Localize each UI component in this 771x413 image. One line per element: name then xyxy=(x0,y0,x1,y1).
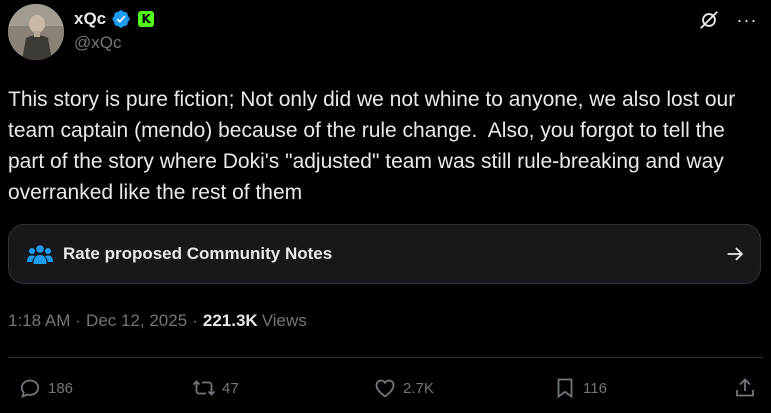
avatar[interactable] xyxy=(8,4,64,60)
tweet-time[interactable]: 1:18 AM xyxy=(8,311,70,331)
repost-icon xyxy=(192,380,216,396)
repost-count: 47 xyxy=(222,379,239,397)
tweet-meta: 1:18 AM · Dec 12, 2025 · 221.3K Views xyxy=(8,311,307,331)
meta-separator: · xyxy=(75,311,82,330)
tweet-header-actions: ··· xyxy=(697,8,759,32)
community-notes-card[interactable]: Rate proposed Community Notes xyxy=(8,224,761,284)
divider xyxy=(8,357,763,358)
meta-separator: · xyxy=(192,311,198,330)
share-button[interactable] xyxy=(733,376,757,400)
views-label: Views xyxy=(261,311,307,330)
tweet-text: This story is pure fiction; Not only did… xyxy=(8,88,742,204)
share-icon xyxy=(736,378,754,397)
reply-button[interactable]: 186 xyxy=(18,376,73,400)
author-handle[interactable]: @xQc xyxy=(74,33,121,53)
community-notes-icon xyxy=(27,245,53,264)
bookmark-count: 116 xyxy=(583,379,607,397)
bookmark-button[interactable]: 116 xyxy=(553,376,607,400)
more-icon[interactable]: ··· xyxy=(735,8,759,32)
like-button[interactable]: 2.7K xyxy=(373,376,434,400)
bookmark-icon xyxy=(557,378,573,399)
reply-count: 186 xyxy=(48,379,74,397)
avatar-image xyxy=(8,4,64,60)
tweet-actions: 186 47 2.7K 116 xyxy=(0,370,771,408)
grok-icon[interactable] xyxy=(697,8,721,32)
arrow-right-icon xyxy=(727,247,744,261)
repost-button[interactable]: 47 xyxy=(192,376,239,400)
views-count[interactable]: 221.3K xyxy=(203,311,258,331)
display-name[interactable]: xQc xyxy=(74,9,106,29)
like-count: 2.7K xyxy=(403,379,434,397)
verified-badge-icon[interactable] xyxy=(111,9,131,29)
community-notes-label: Rate proposed Community Notes xyxy=(63,244,333,263)
kick-affiliate-badge[interactable]: K xyxy=(138,11,155,27)
reply-icon xyxy=(20,379,40,399)
heart-icon xyxy=(375,379,395,398)
author-name-row: xQc K xyxy=(74,8,155,30)
tweet-date[interactable]: Dec 12, 2025 xyxy=(86,311,187,331)
